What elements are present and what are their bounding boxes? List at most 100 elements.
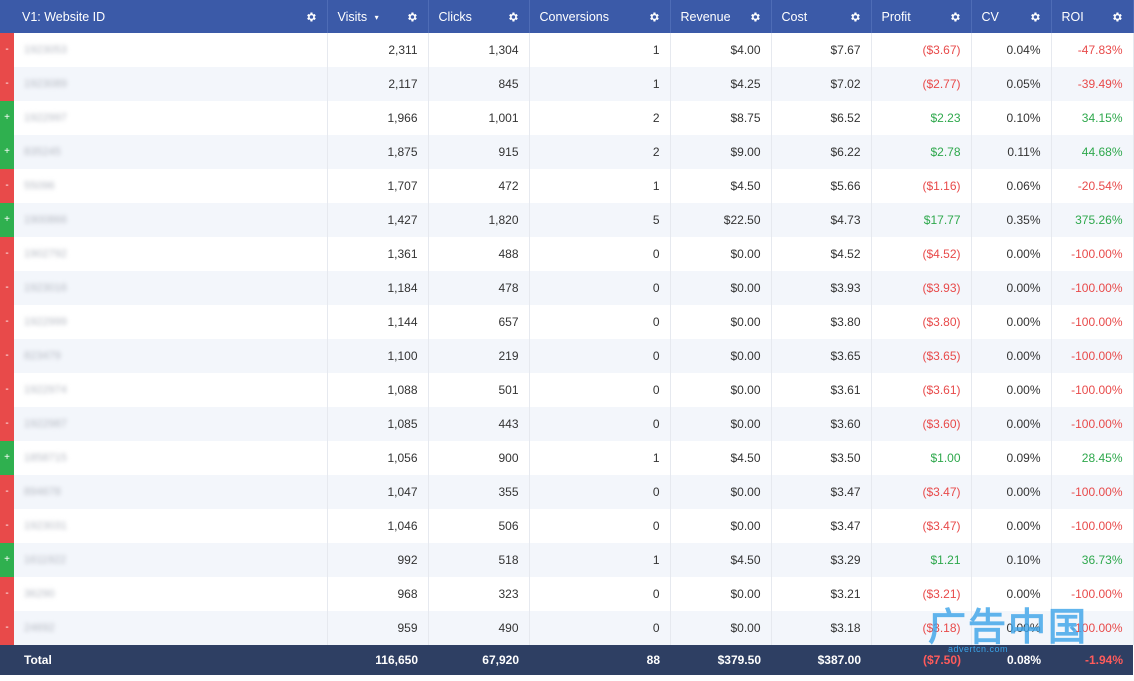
total-row: Total 116,650 67,920 88 $379.50 $387.00 … <box>0 645 1133 675</box>
total-clicks: 67,920 <box>482 653 519 667</box>
website-id: 1858715 <box>24 452 67 464</box>
conversions-cell: 0 <box>529 237 671 271</box>
clicks-cell: 845 <box>428 67 530 101</box>
clicks-cell: 657 <box>428 305 530 339</box>
table-row[interactable]: +1611922 992 518 1 $4.50 $3.29 $1.21 0.10% 36.73… <box>0 543 1134 577</box>
cv-cell: 0.00% <box>971 407 1052 441</box>
column-header-visits[interactable]: Visits ▾ <box>327 0 429 33</box>
visits-cell: 1,966 <box>327 101 429 135</box>
status-plus-marker[interactable]: + <box>0 101 14 135</box>
gear-icon[interactable] <box>406 11 418 23</box>
table-row[interactable]: -24692 959 490 0 $0.00 $3.18 ($3.18) 0.00% -100.… <box>0 611 1134 645</box>
roi-cell: -100.00% <box>1051 271 1134 305</box>
column-header-conversions[interactable]: Conversions <box>529 0 671 33</box>
table-row[interactable]: +1858715 1,056 900 1 $4.50 $3.50 $1.00 0.09% 28.… <box>0 441 1134 475</box>
cost-cell: $3.29 <box>771 543 872 577</box>
sort-desc-icon[interactable]: ▾ <box>375 13 379 22</box>
cost-cell: $6.22 <box>771 135 872 169</box>
table-row[interactable]: +835245 1,875 915 2 $9.00 $6.22 $2.78 0.11% 44.6… <box>0 135 1134 169</box>
website-id: 55096 <box>24 180 55 192</box>
status-minus-marker[interactable]: - <box>0 271 14 305</box>
total-profit: ($7.50) <box>922 653 961 667</box>
table-row[interactable]: +1900866 1,427 1,820 5 $22.50 $4.73 $17.77 0.35… <box>0 203 1134 237</box>
conversions-cell: 0 <box>529 271 671 305</box>
table-row[interactable]: -1922999 1,144 657 0 $0.00 $3.80 ($3.80) 0.00% -… <box>0 305 1134 339</box>
status-minus-marker[interactable]: - <box>0 509 14 543</box>
gear-icon[interactable] <box>305 11 317 23</box>
gear-icon[interactable] <box>648 11 660 23</box>
total-roi: -1.94% <box>1084 653 1123 667</box>
clicks-cell: 443 <box>428 407 530 441</box>
table-row[interactable]: -1923089 2,117 845 1 $4.25 $7.02 ($2.77) 0.05% -… <box>0 67 1134 101</box>
website-id-cell: -894678 <box>0 475 328 509</box>
revenue-cell: $0.00 <box>670 339 772 373</box>
visits-cell: 1,088 <box>327 373 429 407</box>
clicks-cell: 915 <box>428 135 530 169</box>
table-row[interactable]: +1922997 1,966 1,001 2 $8.75 $6.52 $2.23 0.10% 3… <box>0 101 1134 135</box>
status-minus-marker[interactable]: - <box>0 169 14 203</box>
table-row[interactable]: -1902792 1,361 488 0 $0.00 $4.52 ($4.52) 0.00% -… <box>0 237 1134 271</box>
column-header-cv[interactable]: CV <box>971 0 1052 33</box>
status-minus-marker[interactable]: - <box>0 407 14 441</box>
gear-icon[interactable] <box>949 11 961 23</box>
status-plus-marker[interactable]: + <box>0 203 14 237</box>
table-row[interactable]: -1923016 1,184 478 0 $0.00 $3.93 ($3.93) 0.00% -… <box>0 271 1134 305</box>
table-row[interactable]: -55096 1,707 472 1 $4.50 $5.66 ($1.16) 0.06% -20… <box>0 169 1134 203</box>
column-header-website-id[interactable]: V1: Website ID <box>0 0 328 33</box>
profit-cell: $1.00 <box>871 441 972 475</box>
cv-cell: 0.00% <box>971 237 1052 271</box>
column-header-label: Conversions <box>539 9 609 24</box>
table-row[interactable]: -823479 1,100 219 0 $0.00 $3.65 ($3.65) 0.00% -1… <box>0 339 1134 373</box>
visits-cell: 1,144 <box>327 305 429 339</box>
status-plus-marker[interactable]: + <box>0 543 14 577</box>
gear-icon[interactable] <box>1029 11 1041 23</box>
gear-icon[interactable] <box>749 11 761 23</box>
total-revenue: $379.50 <box>717 653 761 667</box>
column-header-profit[interactable]: Profit <box>871 0 972 33</box>
column-header-roi[interactable]: ROI <box>1051 0 1134 33</box>
column-header-revenue[interactable]: Revenue <box>670 0 772 33</box>
revenue-cell: $9.00 <box>670 135 772 169</box>
table-row[interactable]: -1923031 1,046 506 0 $0.00 $3.47 ($3.47) 0.00% -… <box>0 509 1134 543</box>
status-minus-marker[interactable]: - <box>0 33 14 67</box>
clicks-cell: 478 <box>428 271 530 305</box>
column-header-label: Revenue <box>680 9 731 24</box>
status-minus-marker[interactable]: - <box>0 339 14 373</box>
gear-icon[interactable] <box>1111 11 1123 23</box>
cv-cell: 0.06% <box>971 169 1052 203</box>
gear-icon[interactable] <box>507 11 519 23</box>
cost-cell: $3.47 <box>771 475 872 509</box>
column-header-clicks[interactable]: Clicks <box>428 0 530 33</box>
cv-cell: 0.35% <box>971 203 1052 237</box>
profit-cell: ($3.67) <box>871 33 972 67</box>
revenue-cell: $4.50 <box>670 543 772 577</box>
profit-cell: ($3.60) <box>871 407 972 441</box>
table-row[interactable]: -1922974 1,088 501 0 $0.00 $3.61 ($3.61) 0.00% -… <box>0 373 1134 407</box>
revenue-cell: $0.00 <box>670 237 772 271</box>
status-minus-marker[interactable]: - <box>0 237 14 271</box>
revenue-cell: $4.50 <box>670 441 772 475</box>
status-minus-marker[interactable]: - <box>0 577 14 611</box>
status-minus-marker[interactable]: - <box>0 475 14 509</box>
revenue-cell: $0.00 <box>670 305 772 339</box>
roi-cell: -47.83% <box>1051 33 1134 67</box>
gear-icon[interactable] <box>849 11 861 23</box>
table-row[interactable]: -1922987 1,085 443 0 $0.00 $3.60 ($3.60) 0.00% -… <box>0 407 1134 441</box>
status-plus-marker[interactable]: + <box>0 135 14 169</box>
status-minus-marker[interactable]: - <box>0 373 14 407</box>
status-minus-marker[interactable]: - <box>0 305 14 339</box>
conversions-cell: 0 <box>529 577 671 611</box>
table-row[interactable]: -1923053 2,311 1,304 1 $4.00 $7.67 ($3.67) 0.04… <box>0 33 1134 67</box>
column-header-cost[interactable]: Cost <box>771 0 872 33</box>
status-minus-marker[interactable]: - <box>0 67 14 101</box>
table-row[interactable]: -894678 1,047 355 0 $0.00 $3.47 ($3.47) 0.00% -1… <box>0 475 1134 509</box>
conversions-cell: 0 <box>529 305 671 339</box>
roi-cell: -100.00% <box>1051 407 1134 441</box>
cost-cell: $3.21 <box>771 577 872 611</box>
revenue-cell: $0.00 <box>670 475 772 509</box>
status-plus-marker[interactable]: + <box>0 441 14 475</box>
conversions-cell: 0 <box>529 475 671 509</box>
table-row[interactable]: -36290 968 323 0 $0.00 $3.21 ($3.21) 0.00% -100.… <box>0 577 1134 611</box>
status-minus-marker[interactable]: - <box>0 611 14 645</box>
report-grid: V1: Website ID Visits ▾ Clicks Conversio… <box>0 0 1134 675</box>
